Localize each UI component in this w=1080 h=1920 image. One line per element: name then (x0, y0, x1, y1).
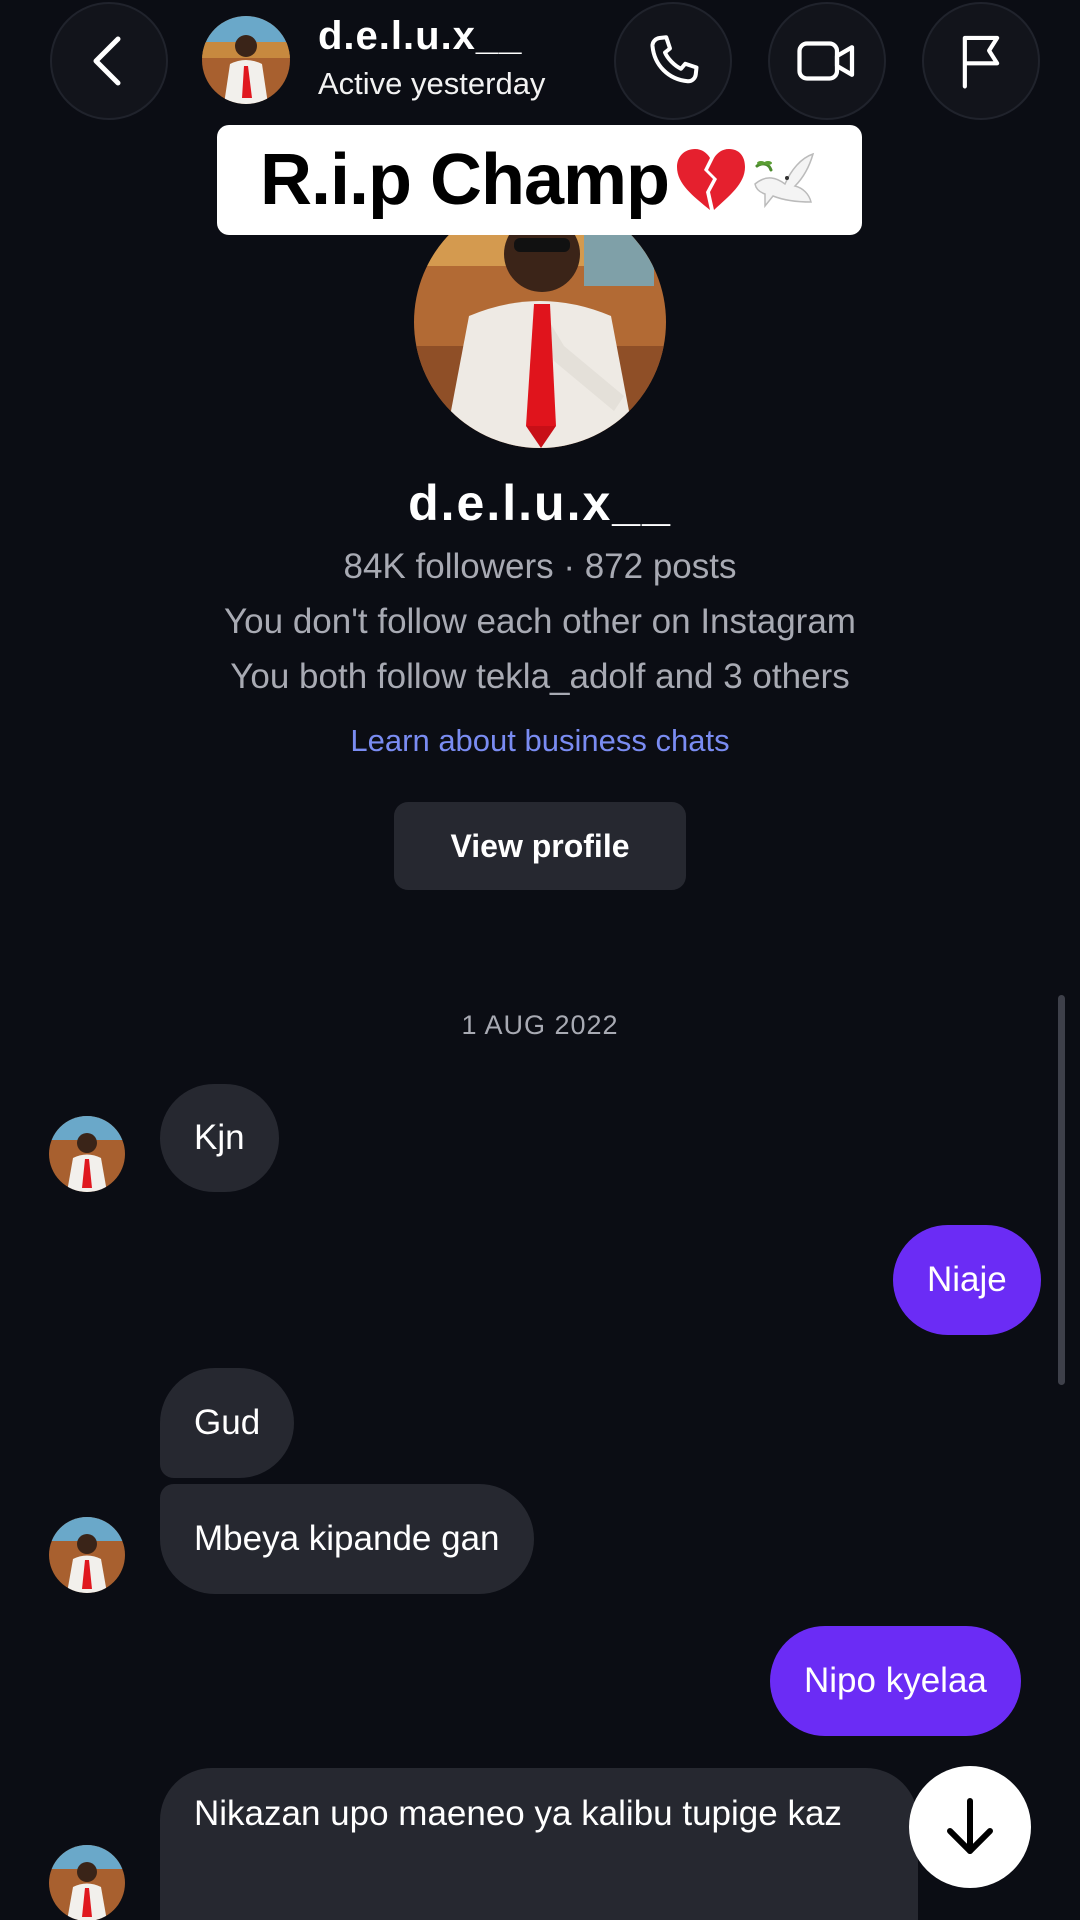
message-bubble-outgoing[interactable]: Niaje (893, 1225, 1041, 1335)
header-avatar[interactable] (202, 16, 290, 104)
phone-icon (650, 35, 699, 84)
avatar-photo (49, 1845, 125, 1920)
avatar-photo (49, 1517, 125, 1593)
message-bubble-incoming[interactable]: Gud (160, 1368, 295, 1478)
follow-status-note: You don't follow each other on Instagram (224, 602, 856, 641)
dm-thread-screen: d.e.l.u.x__ Active yesterday R.i.p Champ… (0, 0, 1080, 1920)
message-bubble-outgoing[interactable]: Nipo kyelaa (770, 1626, 1021, 1736)
header-username[interactable]: d.e.l.u.x__ (318, 14, 522, 59)
sender-avatar[interactable] (49, 1845, 125, 1920)
learn-business-chats-link[interactable]: Learn about business chats (0, 723, 1080, 759)
message-bubble-incoming[interactable]: Nikazan upo maeneo ya kalibu tupige kaz (160, 1768, 918, 1920)
back-arrow-icon (93, 36, 121, 86)
scroll-to-bottom-button[interactable] (909, 1766, 1031, 1888)
arrow-down-icon (947, 1798, 993, 1854)
avatar-photo (202, 16, 290, 104)
rip-caption-text: R.i.p Champ (259, 140, 670, 220)
avatar-photo (49, 1116, 125, 1192)
profile-stats: 84K followers · 872 posts (343, 547, 737, 586)
rip-caption-overlay: R.i.p Champ (217, 125, 862, 235)
view-profile-button[interactable]: View profile (394, 802, 686, 890)
dove-emoji (754, 152, 815, 209)
sender-avatar[interactable] (49, 1517, 125, 1593)
sender-avatar[interactable] (49, 1116, 125, 1192)
video-camera-icon (797, 41, 855, 81)
broken-heart-emoji (677, 149, 745, 210)
video-call-button[interactable] (768, 2, 886, 120)
header-active-status: Active yesterday (318, 66, 546, 101)
message-bubble-incoming[interactable]: Mbeya kipande gan (160, 1484, 534, 1594)
mutual-followers-note: You both follow tekla_adolf and 3 others (230, 657, 850, 696)
report-button[interactable] (922, 2, 1040, 120)
flag-icon (962, 35, 1000, 89)
profile-username: d.e.l.u.x__ (408, 475, 672, 531)
back-button[interactable] (50, 2, 168, 120)
thread-scrollbar[interactable] (1058, 995, 1065, 1385)
audio-call-button[interactable] (614, 2, 732, 120)
thread-date-divider: 1 AUG 2022 (461, 1010, 619, 1040)
message-bubble-incoming[interactable]: Kjn (160, 1084, 279, 1192)
